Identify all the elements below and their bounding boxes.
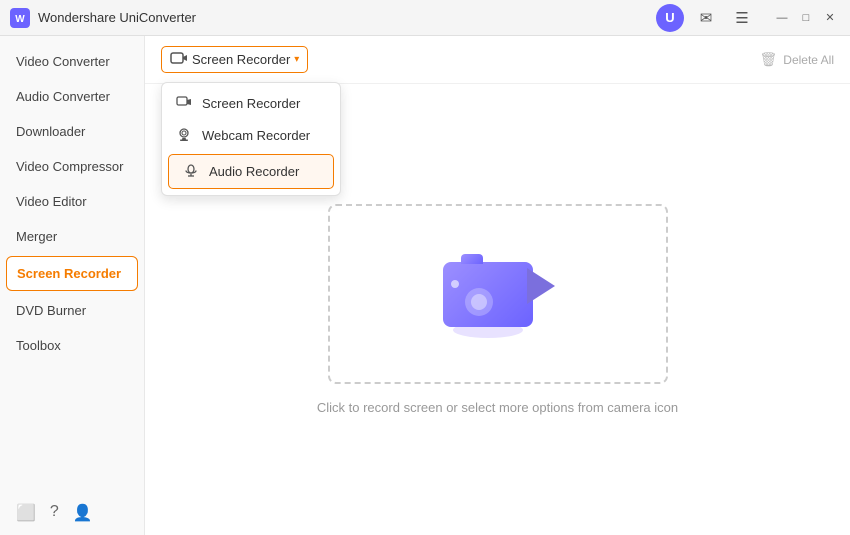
dropdown-menu: Screen Recorder Webcam Recorder xyxy=(161,82,341,196)
sidebar-item-video-converter[interactable]: Video Converter xyxy=(0,44,144,79)
content-area: Screen Recorder ▾ 🗑 Delete All Screen Re… xyxy=(145,36,850,535)
menu-icon[interactable]: ☰ xyxy=(728,4,756,32)
screen-recorder-icon xyxy=(176,95,192,111)
center-hint-text: Click to record screen or select more op… xyxy=(317,400,678,415)
recorder-button-label: Screen Recorder xyxy=(192,52,290,67)
recorder-button-icon xyxy=(170,51,188,68)
sidebar: Video Converter Audio Converter Download… xyxy=(0,36,145,535)
help-icon[interactable]: ? xyxy=(50,503,59,523)
record-drop-zone[interactable] xyxy=(328,204,668,384)
sidebar-item-audio-converter[interactable]: Audio Converter xyxy=(0,79,144,114)
sidebar-item-toolbox[interactable]: Toolbox xyxy=(0,328,144,363)
camera-notch xyxy=(461,254,483,264)
app-logo: W xyxy=(10,8,30,28)
camera-body xyxy=(443,262,533,327)
camera-triangle xyxy=(527,268,555,304)
title-bar: W Wondershare UniConverter U ✉ ☰ — □ ✕ xyxy=(0,0,850,36)
minimize-button[interactable]: — xyxy=(772,8,792,28)
email-icon[interactable]: ✉ xyxy=(692,4,720,32)
dropdown-item-screen-recorder[interactable]: Screen Recorder xyxy=(162,87,340,119)
dropdown-item-webcam-recorder[interactable]: Webcam Recorder xyxy=(162,119,340,152)
delete-all-button[interactable]: Delete All xyxy=(783,53,834,67)
toolbar-right: 🗑 Delete All xyxy=(760,51,834,68)
webcam-recorder-icon xyxy=(176,127,192,144)
recorder-dropdown-button[interactable]: Screen Recorder ▾ xyxy=(161,46,308,73)
svg-text:W: W xyxy=(15,14,25,25)
sidebar-item-merger[interactable]: Merger xyxy=(0,219,144,254)
dropdown-item-audio-recorder[interactable]: Audio Recorder xyxy=(168,154,334,189)
main-layout: Video Converter Audio Converter Download… xyxy=(0,36,850,535)
dropdown-arrow-icon: ▾ xyxy=(294,54,299,65)
camera-illustration xyxy=(443,254,553,334)
sidebar-item-video-compressor[interactable]: Video Compressor xyxy=(0,149,144,184)
maximize-button[interactable]: □ xyxy=(796,8,816,28)
keyboard-shortcuts-icon[interactable]: ⬜ xyxy=(16,503,36,523)
camera-lens xyxy=(465,288,493,316)
user-avatar-icon[interactable]: U xyxy=(656,4,684,32)
camera-lens-inner xyxy=(471,294,487,310)
title-bar-controls: U ✉ ☰ — □ ✕ xyxy=(656,4,840,32)
sidebar-item-screen-recorder[interactable]: Screen Recorder xyxy=(6,256,138,291)
audio-recorder-icon xyxy=(183,163,199,180)
app-title: Wondershare UniConverter xyxy=(38,10,656,25)
camera-dot xyxy=(451,280,459,288)
sidebar-item-dvd-burner[interactable]: DVD Burner xyxy=(0,293,144,328)
window-controls: — □ ✕ xyxy=(772,8,840,28)
dropdown-item-screen-recorder-label: Screen Recorder xyxy=(202,96,300,111)
dropdown-item-audio-recorder-label: Audio Recorder xyxy=(209,164,299,179)
sidebar-item-downloader[interactable]: Downloader xyxy=(0,114,144,149)
toolbar: Screen Recorder ▾ 🗑 Delete All xyxy=(145,36,850,84)
account-icon[interactable]: 👤 xyxy=(73,503,93,523)
delete-icon: 🗑 xyxy=(760,51,778,68)
sidebar-item-video-editor[interactable]: Video Editor xyxy=(0,184,144,219)
sidebar-bottom: ⬜ ? 👤 xyxy=(0,491,144,535)
close-button[interactable]: ✕ xyxy=(820,8,840,28)
dropdown-item-webcam-recorder-label: Webcam Recorder xyxy=(202,128,310,143)
